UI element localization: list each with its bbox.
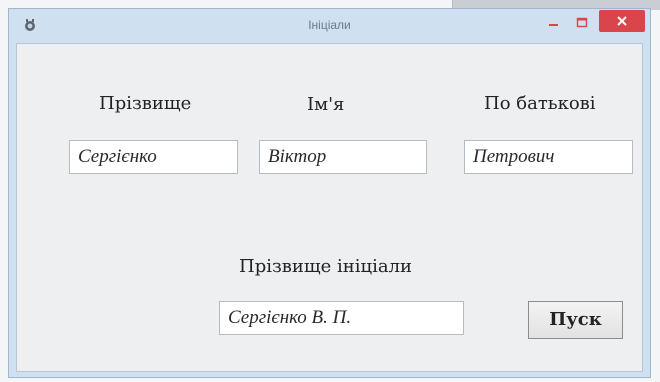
result-field[interactable]: Сергієнко В. П. — [219, 301, 464, 335]
close-icon — [617, 16, 627, 26]
name-label: Ім'я — [307, 94, 345, 115]
start-button[interactable]: Пуск — [528, 301, 623, 339]
close-button[interactable] — [599, 10, 645, 32]
form-area: Прізвище Ім'я По батькові Сергієнко Вікт… — [16, 43, 643, 372]
title-bar[interactable]: Ініціали — [9, 9, 650, 43]
surname-field[interactable]: Сергієнко — [69, 140, 238, 174]
initials-window: Ініціали Прізвище Ім'я По батькові Сергі… — [8, 8, 651, 378]
minimize-button[interactable] — [541, 13, 567, 33]
patronymic-label: По батькові — [484, 93, 596, 114]
surname-label: Прізвище — [99, 93, 192, 114]
minimize-icon — [549, 24, 558, 26]
result-label: Прізвище ініціали — [239, 256, 413, 277]
screen: Ініціали Прізвище Ім'я По батькові Сергі… — [0, 0, 660, 382]
patronymic-field[interactable]: Петрович — [464, 140, 633, 174]
name-field[interactable]: Віктор — [259, 140, 427, 174]
maximize-button[interactable] — [569, 13, 595, 33]
maximize-icon — [576, 17, 588, 28]
